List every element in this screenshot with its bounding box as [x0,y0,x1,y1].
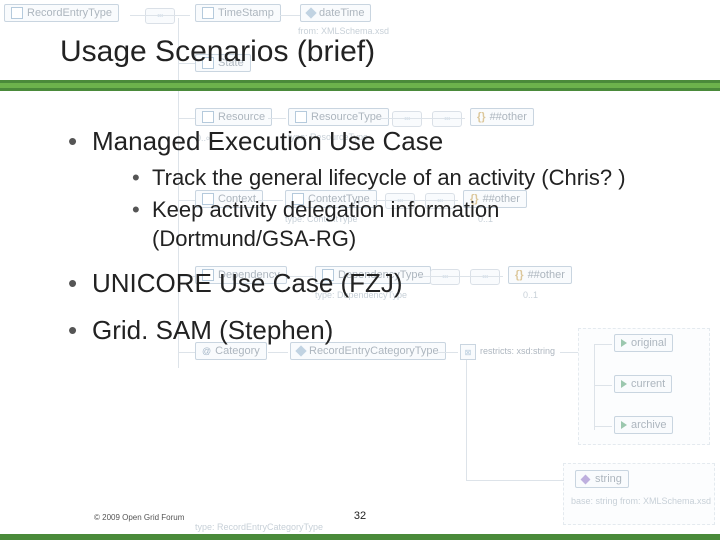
bullet-item: UNICORE Use Case (FZJ) [68,267,668,300]
sub-bullet-item: Track the general lifecycle of an activi… [132,164,668,193]
page-title: Usage Scenarios (brief) [60,35,375,69]
bullet-item: Managed Execution Use Case Track the gen… [68,125,668,253]
bullet-item: Grid. SAM (Stephen) [68,314,668,347]
content-area: Managed Execution Use Case Track the gen… [68,125,668,360]
bottom-bar [0,534,720,540]
page-number: 32 [0,510,720,522]
slide-content: Usage Scenarios (brief) Managed Executio… [0,0,720,540]
sub-bullet-item: Keep activity delegation information (Do… [132,196,668,253]
divider-bar [0,88,720,91]
